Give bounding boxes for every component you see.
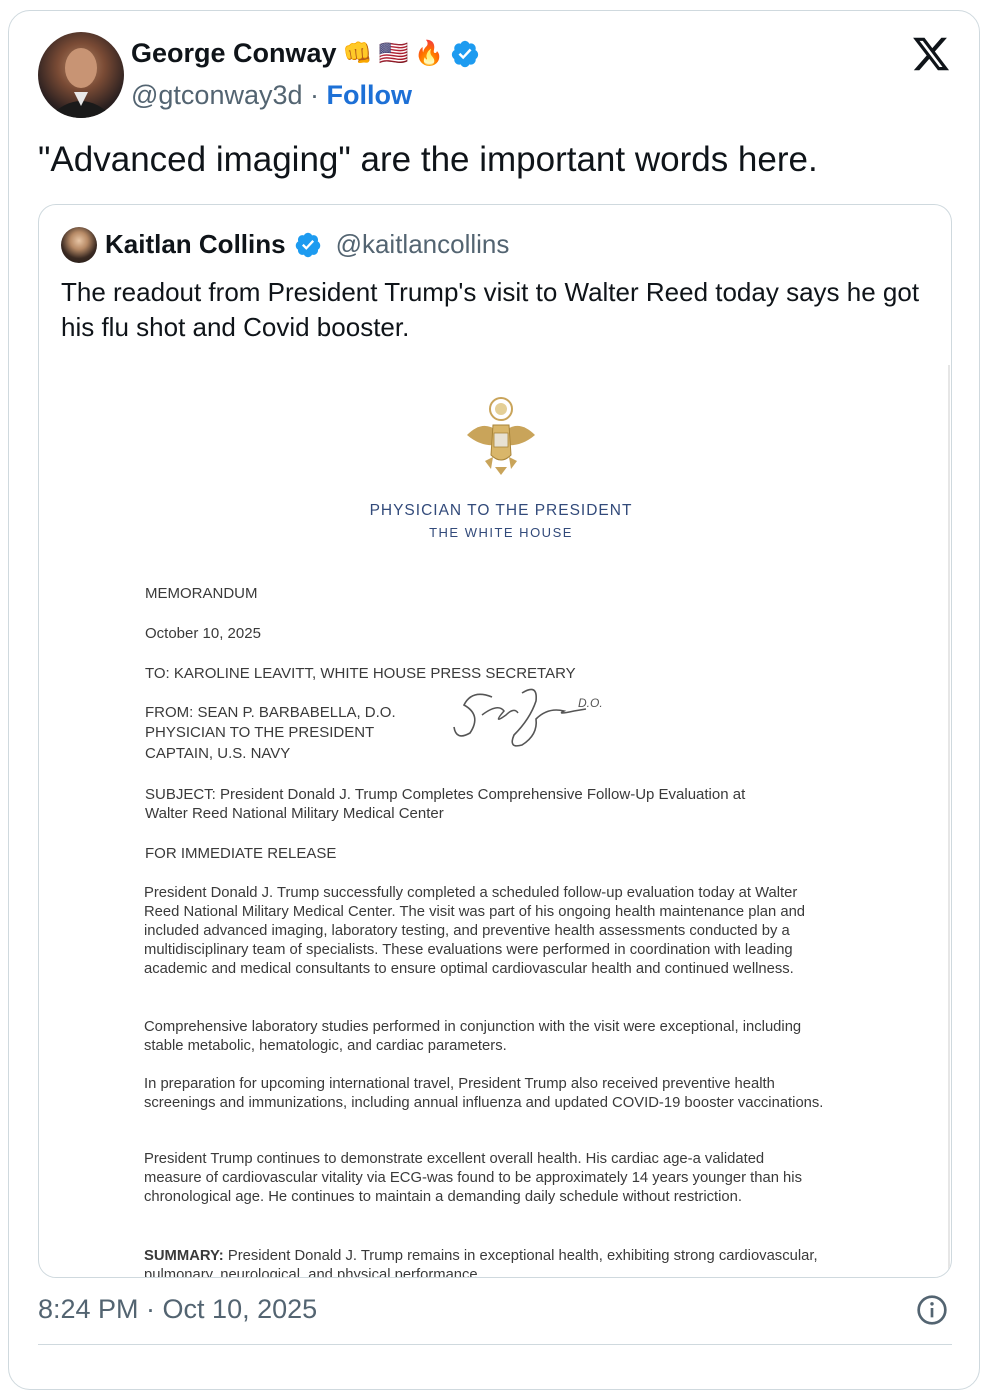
author-name-row[interactable]: George Conway 👊 🇺🇸 🔥: [131, 38, 480, 69]
separator-dot: ·: [310, 80, 320, 110]
memo-house-heading: THE WHITE HOUSE: [429, 525, 573, 540]
presidential-seal-icon: [467, 397, 535, 475]
memo-paragraph: In preparation for upcoming internationa…: [144, 1076, 824, 1111]
info-icon[interactable]: [916, 1294, 948, 1326]
author-handle[interactable]: @gtconway3d: [131, 80, 303, 110]
handle-row: @gtconway3d · Follow: [131, 80, 412, 111]
author-name[interactable]: George Conway: [131, 38, 337, 69]
tweet-text: "Advanced imaging" are the important wor…: [38, 140, 818, 179]
quoted-author-row[interactable]: Kaitlan Collins @kaitlancollins: [105, 229, 509, 260]
divider: [38, 1344, 952, 1345]
fire-emoji: 🔥: [414, 39, 445, 67]
quoted-author-name[interactable]: Kaitlan Collins: [105, 229, 286, 260]
verified-badge-icon: [295, 232, 320, 257]
quoted-tweet[interactable]: Kaitlan Collins @kaitlancollins The read…: [38, 204, 952, 1278]
memo-from: FROM: SEAN P. BARBABELLA, D.O.: [145, 704, 396, 721]
memo-date: October 10, 2025: [145, 625, 261, 642]
verified-badge-icon: [452, 40, 479, 67]
memo-office-heading: PHYSICIAN TO THE PRESIDENT: [369, 502, 633, 519]
memo-summary-label: SUMMARY:: [144, 1248, 224, 1264]
memo-image[interactable]: PHYSICIAN TO THE PRESIDENT THE WHITE HOU…: [40, 365, 950, 1278]
memo-summary: SUMMARY: President Donald J. Trump remai…: [144, 1247, 824, 1278]
quoted-tweet-text: The readout from President Trump's visit…: [61, 277, 920, 342]
memo-from-title: PHYSICIAN TO THE PRESIDENT: [145, 724, 375, 741]
memo-paragraph: Comprehensive laboratory studies perform…: [144, 1019, 802, 1054]
signature: [453, 688, 587, 747]
us-flag-emoji: 🇺🇸: [378, 39, 409, 67]
fist-emoji: 👊: [342, 39, 373, 67]
author-avatar[interactable]: [38, 32, 124, 118]
quoted-author-handle[interactable]: @kaitlancollins: [336, 229, 510, 260]
memo-label: MEMORANDUM: [145, 585, 258, 602]
signature-suffix: D.O.: [578, 696, 603, 710]
memo-release: FOR IMMEDIATE RELEASE: [145, 845, 337, 862]
quoted-author-avatar[interactable]: [61, 227, 97, 263]
x-logo-icon[interactable]: [910, 34, 952, 74]
tweet-timestamp[interactable]: 8:24 PM · Oct 10, 2025: [38, 1294, 317, 1325]
memo-from-rank: CAPTAIN, U.S. NAVY: [145, 745, 291, 762]
memo-subject-cont: Walter Reed National Military Medical Ce…: [145, 805, 444, 822]
follow-button[interactable]: Follow: [327, 80, 412, 110]
memo-subject: SUBJECT: President Donald J. Trump Compl…: [145, 786, 746, 803]
memo-to: TO: KAROLINE LEAVITT, WHITE HOUSE PRESS …: [145, 665, 576, 682]
memo-paragraph: President Trump continues to demonstrate…: [144, 1151, 802, 1205]
memo-paragraph: President Donald J. Trump successfully c…: [144, 885, 806, 977]
memo-summary-text: President Donald J. Trump remains in exc…: [144, 1248, 818, 1278]
